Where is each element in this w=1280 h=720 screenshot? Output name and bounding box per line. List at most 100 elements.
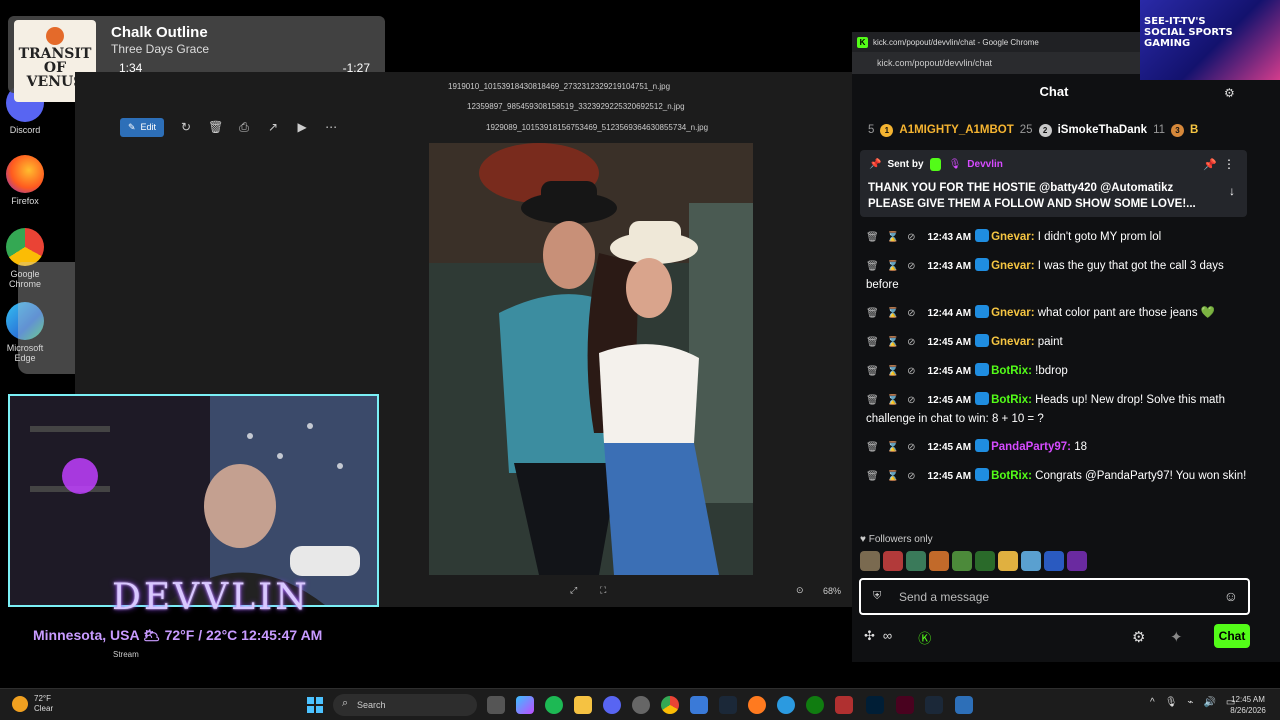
windows-logo-tile-3 — [307, 706, 314, 713]
chat-message-input[interactable] — [899, 588, 1219, 606]
fullscreen-icon[interactable]: ⛶ — [600, 585, 606, 596]
volume-icon[interactable]: 🔊 — [1203, 697, 1215, 708]
microphone-icon[interactable]: 🎙 — [1165, 697, 1178, 708]
weather-sun-icon — [12, 696, 28, 712]
expand-pinned-icon[interactable]: ↓ — [1229, 184, 1235, 198]
kick-icon[interactable]: Ⓚ — [918, 628, 931, 647]
emote-2[interactable] — [883, 551, 903, 571]
chat-message: 🗑⌛⊘ 12:45 AM BotRix: Congrats @PandaParty9… — [866, 467, 1256, 486]
steam-2-icon[interactable] — [925, 696, 943, 714]
paint-icon[interactable] — [835, 696, 853, 714]
points-icon[interactable]: ✣ — [864, 628, 875, 647]
slideshow-icon[interactable]: ▶ — [295, 120, 309, 134]
message-username[interactable]: Gnevar: — [991, 307, 1034, 319]
message-tools[interactable]: 🗑⌛⊘ — [866, 471, 924, 482]
message-tools[interactable]: 🗑⌛⊘ — [866, 337, 924, 348]
message-tools[interactable]: 🗑⌛⊘ — [866, 308, 924, 319]
settings-gear-icon[interactable]: ⚙ — [1132, 628, 1145, 646]
taskbar-search[interactable]: ⌕ — [333, 694, 477, 716]
emote-5[interactable] — [952, 551, 972, 571]
rewards-icon[interactable]: ✦ — [1170, 628, 1183, 646]
webcam-scene — [10, 396, 377, 605]
chat-message: 🗑⌛⊘ 12:45 AM Gnevar: paint — [866, 333, 1256, 352]
discord-taskbar-icon[interactable] — [603, 696, 621, 714]
message-time: 12:45 AM — [927, 366, 972, 377]
edge-taskbar-icon[interactable] — [777, 696, 795, 714]
pin-icon: 📌 — [869, 159, 882, 170]
pinned-header: 📌 Sent by 🎙 Devvlin — [869, 158, 1003, 171]
emote-3[interactable] — [906, 551, 926, 571]
chevron-up-icon[interactable]: ^ — [1150, 697, 1155, 708]
message-username[interactable]: BotRix: — [991, 470, 1032, 482]
print-icon[interactable]: ⎙ — [237, 120, 251, 134]
share-icon[interactable]: ↗ — [266, 120, 280, 134]
indesign-icon[interactable] — [896, 696, 914, 714]
weather-condition: Clear — [34, 704, 54, 713]
obs-icon[interactable] — [632, 696, 650, 714]
emoji-icon[interactable]: ☺ — [1224, 588, 1238, 604]
message-text: I didn't goto MY prom lol — [1037, 231, 1162, 243]
copilot-icon[interactable] — [516, 696, 534, 714]
message-time: 12:43 AM — [927, 232, 972, 243]
message-tools[interactable]: 🗑⌛⊘ — [866, 261, 924, 272]
emote-4[interactable] — [929, 551, 949, 571]
network-icon[interactable]: ⌁ — [1187, 697, 1193, 708]
taskbar-weather[interactable]: 72°F Clear — [12, 694, 53, 714]
rotate-icon[interactable]: ↻ — [179, 120, 193, 134]
delete-icon[interactable]: 🗑 — [208, 120, 223, 134]
edit-button[interactable]: ✎ Edit — [120, 117, 165, 137]
leader-1-name[interactable]: A1MIGHTY_A1MBOT — [899, 124, 1013, 136]
leader-1-count: 25 — [1019, 124, 1033, 136]
pinned-more-icon[interactable]: ⋮ — [1223, 157, 1235, 171]
emote-8[interactable] — [1021, 551, 1041, 571]
emote-6[interactable] — [975, 551, 995, 571]
file-explorer-icon[interactable] — [574, 696, 592, 714]
more-icon[interactable]: ⋯ — [324, 120, 338, 134]
message-tools[interactable]: 🗑⌛⊘ — [866, 366, 924, 377]
kick-favicon-icon: K — [857, 36, 868, 48]
message-username[interactable]: Gnevar: — [991, 260, 1034, 272]
verified-badge — [975, 258, 990, 271]
fit-screen-icon[interactable]: ⤢ — [570, 585, 577, 596]
album-art-sun — [46, 27, 64, 45]
emote-1[interactable] — [860, 551, 880, 571]
steam-icon[interactable] — [719, 696, 737, 714]
chat-input-box[interactable]: ⛨ ☺ — [859, 578, 1250, 615]
emote-7[interactable] — [998, 551, 1018, 571]
spotify-icon[interactable] — [545, 696, 563, 714]
message-username[interactable]: BotRix: — [991, 394, 1032, 406]
pinned-message: 📌 Sent by 🎙 Devvlin 📌 ⋮ ↓ THANK YOU FOR … — [860, 150, 1247, 217]
send-chat-button[interactable]: Chat — [1214, 624, 1250, 648]
message-username[interactable]: Gnevar: — [991, 336, 1034, 348]
leader-3-name[interactable]: B — [1190, 124, 1198, 136]
message-tools[interactable]: 🗑⌛⊘ — [866, 395, 924, 406]
message-text: paint — [1037, 336, 1063, 348]
message-username[interactable]: BotRix: — [991, 365, 1032, 377]
firefox-taskbar-icon[interactable] — [748, 696, 766, 714]
message-username[interactable]: Gnevar: — [991, 231, 1034, 243]
pinned-user[interactable]: Devvlin — [967, 159, 1003, 170]
viewer-toolbar: ✎ Edit ↻ 🗑 ⎙ ↗ ▶ ⋯ — [120, 115, 338, 139]
leader-2-name[interactable]: iSmokeThaDank — [1058, 124, 1147, 136]
start-button[interactable] — [307, 697, 323, 713]
zoom-icon[interactable]: ⊙ — [796, 585, 804, 596]
message-username[interactable]: PandaParty97: — [991, 441, 1071, 453]
infinity-icon[interactable]: ∞ — [883, 628, 892, 647]
chat-settings-icon[interactable]: ⚙ — [1224, 86, 1235, 100]
emote-10[interactable] — [1067, 551, 1087, 571]
verified-badge — [975, 363, 990, 376]
taskbar-search-input[interactable] — [357, 698, 437, 712]
photoshop-icon[interactable] — [866, 696, 884, 714]
verified-badge — [975, 229, 990, 242]
message-tools[interactable]: 🗑⌛⊘ — [866, 232, 924, 243]
firefox-desktop-icon[interactable]: Firefox — [0, 155, 55, 206]
emote-9[interactable] — [1044, 551, 1064, 571]
task-view-icon[interactable] — [487, 696, 505, 714]
chrome-taskbar-icon[interactable] — [661, 696, 679, 714]
taskbar-clock[interactable]: 12:45 AM 8/26/2026 — [1224, 694, 1272, 716]
xbox-icon[interactable] — [806, 696, 824, 714]
photos-icon[interactable] — [955, 696, 973, 714]
store-icon[interactable] — [690, 696, 708, 714]
unpin-icon[interactable]: 📌 — [1203, 158, 1217, 171]
message-tools[interactable]: 🗑⌛⊘ — [866, 442, 924, 453]
